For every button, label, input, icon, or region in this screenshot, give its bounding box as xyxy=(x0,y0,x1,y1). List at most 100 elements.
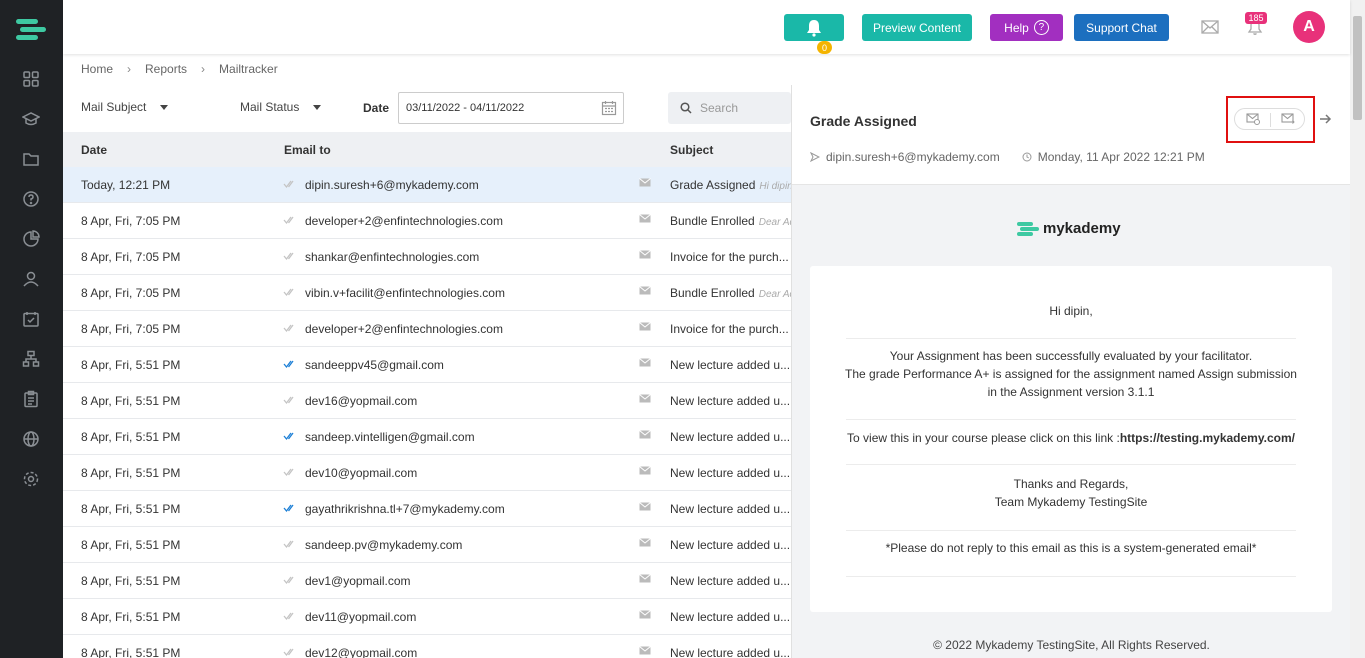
envelope-icon[interactable] xyxy=(639,466,651,475)
search-input[interactable]: Search xyxy=(668,92,791,124)
date-filter-label: Date xyxy=(363,101,390,115)
row-email: dev12@yopmail.com xyxy=(305,646,418,658)
table-row[interactable]: 8 Apr, Fri, 5:51 PM dev16@yopmail.com New … xyxy=(63,383,791,419)
email-link-line: To view this in your course please click… xyxy=(810,429,1332,447)
user-icon[interactable] xyxy=(20,268,42,290)
envelope-icon[interactable] xyxy=(639,214,651,223)
table-row[interactable]: 8 Apr, Fri, 7:05 PM shankar@enfintechnolo… xyxy=(63,239,791,275)
row-subject-title: New lecture added u... xyxy=(670,466,791,480)
settings-gear-icon[interactable] xyxy=(20,468,42,490)
table-header: Date Email to Subject xyxy=(63,132,791,167)
row-subject-title: Bundle Enrolled xyxy=(670,286,755,300)
row-date: 8 Apr, Fri, 5:51 PM xyxy=(81,430,181,444)
envelope-icon[interactable] xyxy=(639,610,651,619)
delivered-double-check-icon xyxy=(283,288,294,297)
mail-list: Today, 12:21 PM dipin.suresh+6@mykademy.c… xyxy=(63,167,791,658)
row-email: vibin.v+facilit@enfintechnologies.com xyxy=(305,286,505,300)
mail-detail-datetime: Monday, 11 Apr 2022 12:21 PM xyxy=(1037,150,1205,164)
row-email: dev1@yopmail.com xyxy=(305,574,411,588)
globe-icon[interactable] xyxy=(20,428,42,450)
row-subject: New lecture added u... xyxy=(670,466,791,480)
row-date: 8 Apr, Fri, 7:05 PM xyxy=(81,286,181,300)
envelope-icon[interactable] xyxy=(639,574,651,583)
delivered-double-check-icon xyxy=(283,468,294,477)
mail-detail-time: Monday, 11 Apr 2022 12:21 PM xyxy=(1022,150,1205,164)
hierarchy-icon[interactable] xyxy=(20,348,42,370)
envelope-icon[interactable] xyxy=(639,286,651,295)
envelope-icon[interactable] xyxy=(639,322,651,331)
breadcrumb-home[interactable]: Home xyxy=(81,62,113,76)
clipboard-icon[interactable] xyxy=(20,388,42,410)
mail-actions-group xyxy=(1234,108,1305,130)
date-range-input[interactable]: 03/11/2022 - 04/11/2022 xyxy=(398,92,624,124)
row-email: dev16@yopmail.com xyxy=(305,394,418,408)
graduation-cap-icon[interactable] xyxy=(20,108,42,130)
row-email: dev10@yopmail.com xyxy=(305,466,418,480)
envelope-icon[interactable] xyxy=(639,502,651,511)
mail-status-dropdown[interactable]: Mail Status xyxy=(240,100,322,114)
dashboard-icon[interactable] xyxy=(20,68,42,90)
envelope-icon[interactable] xyxy=(639,646,651,655)
row-date: 8 Apr, Fri, 5:51 PM xyxy=(81,574,181,588)
row-email: dipin.suresh+6@mykademy.com xyxy=(305,178,479,192)
support-chat-button[interactable]: Support Chat xyxy=(1074,14,1169,41)
table-row[interactable]: 8 Apr, Fri, 5:51 PM sandeep.vintelligen@g… xyxy=(63,419,791,455)
email-link-prefix: To view this in your course please click… xyxy=(847,431,1120,445)
user-avatar[interactable]: A xyxy=(1293,11,1325,43)
row-email: sandeeppv45@gmail.com xyxy=(305,358,444,372)
calendar-icon[interactable] xyxy=(601,100,617,116)
email-course-link[interactable]: https://testing.mykademy.com/ xyxy=(1120,431,1295,445)
scrollbar-thumb[interactable] xyxy=(1353,16,1362,120)
row-preview: Dear Ac xyxy=(758,289,791,300)
mail-resend-icon[interactable] xyxy=(1246,113,1260,125)
row-date: 8 Apr, Fri, 5:51 PM xyxy=(81,538,181,552)
row-subject-title: New lecture added u... xyxy=(670,502,791,516)
table-row[interactable]: 8 Apr, Fri, 5:51 PM dev11@yopmail.com New … xyxy=(63,599,791,635)
envelope-icon[interactable] xyxy=(639,394,651,403)
table-row[interactable]: 8 Apr, Fri, 5:51 PM dev1@yopmail.com New l… xyxy=(63,563,791,599)
table-row[interactable]: 8 Apr, Fri, 7:05 PM vibin.v+facilit@enfin… xyxy=(63,275,791,311)
date-range-value: 03/11/2022 - 04/11/2022 xyxy=(406,102,525,114)
envelope-icon[interactable] xyxy=(639,250,651,259)
table-row[interactable]: Today, 12:21 PM dipin.suresh+6@mykademy.c… xyxy=(63,167,791,203)
page-scrollbar[interactable] xyxy=(1350,0,1365,658)
mail-subject-dropdown[interactable]: Mail Subject xyxy=(81,100,169,114)
calendar-check-icon[interactable] xyxy=(20,308,42,330)
announcement-bell-button[interactable] xyxy=(784,14,844,41)
notification-count-badge: 185 xyxy=(1245,12,1267,24)
email-greeting: Hi dipin, xyxy=(1049,304,1093,318)
sidebar xyxy=(0,0,63,658)
table-row[interactable]: 8 Apr, Fri, 7:05 PM developer+2@enfintech… xyxy=(63,203,791,239)
help-button[interactable]: Help ? xyxy=(990,14,1063,41)
breadcrumb-reports[interactable]: Reports xyxy=(145,62,187,76)
envelope-icon[interactable] xyxy=(639,178,651,187)
table-row[interactable]: 8 Apr, Fri, 5:51 PM sandeeppv45@gmail.com… xyxy=(63,347,791,383)
mail-status-label: Mail Status xyxy=(240,100,300,114)
table-row[interactable]: 8 Apr, Fri, 5:51 PM dev10@yopmail.com New … xyxy=(63,455,791,491)
table-row[interactable]: 8 Apr, Fri, 5:51 PM dev12@yopmail.com New … xyxy=(63,635,791,658)
search-icon xyxy=(680,102,692,114)
search-placeholder: Search xyxy=(700,101,739,115)
folder-icon[interactable] xyxy=(20,148,42,170)
app-logo[interactable] xyxy=(16,18,46,42)
row-subject: Grade Assigned Hi dipin xyxy=(670,178,791,192)
table-row[interactable]: 8 Apr, Fri, 7:05 PM developer+2@enfintech… xyxy=(63,311,791,347)
table-row[interactable]: 8 Apr, Fri, 5:51 PM sandeep.pv@mykademy.c… xyxy=(63,527,791,563)
envelope-icon[interactable] xyxy=(639,538,651,547)
row-date: 8 Apr, Fri, 5:51 PM xyxy=(81,394,181,408)
header-date: Date xyxy=(81,143,108,157)
table-row[interactable]: 8 Apr, Fri, 5:51 PM gayathrikrishna.tl+7@… xyxy=(63,491,791,527)
envelope-icon[interactable] xyxy=(639,430,651,439)
row-subject: Invoice for the purch... xyxy=(670,322,791,336)
email-body-line-3: in the Assignment version 3.1.1 xyxy=(987,385,1155,399)
envelope-icon[interactable] xyxy=(639,358,651,367)
question-circle-icon[interactable] xyxy=(20,188,42,210)
chevron-right-icon: › xyxy=(127,62,132,76)
breadcrumb-mailtracker: Mailtracker xyxy=(219,62,278,76)
preview-content-button[interactable]: Preview Content xyxy=(862,14,972,41)
close-panel-arrow-icon[interactable] xyxy=(1318,112,1332,126)
delivered-double-check-icon xyxy=(283,180,294,189)
envelope-icon[interactable] xyxy=(1201,19,1219,35)
mail-forward-icon[interactable] xyxy=(1281,113,1295,125)
pie-chart-icon[interactable] xyxy=(20,228,42,250)
